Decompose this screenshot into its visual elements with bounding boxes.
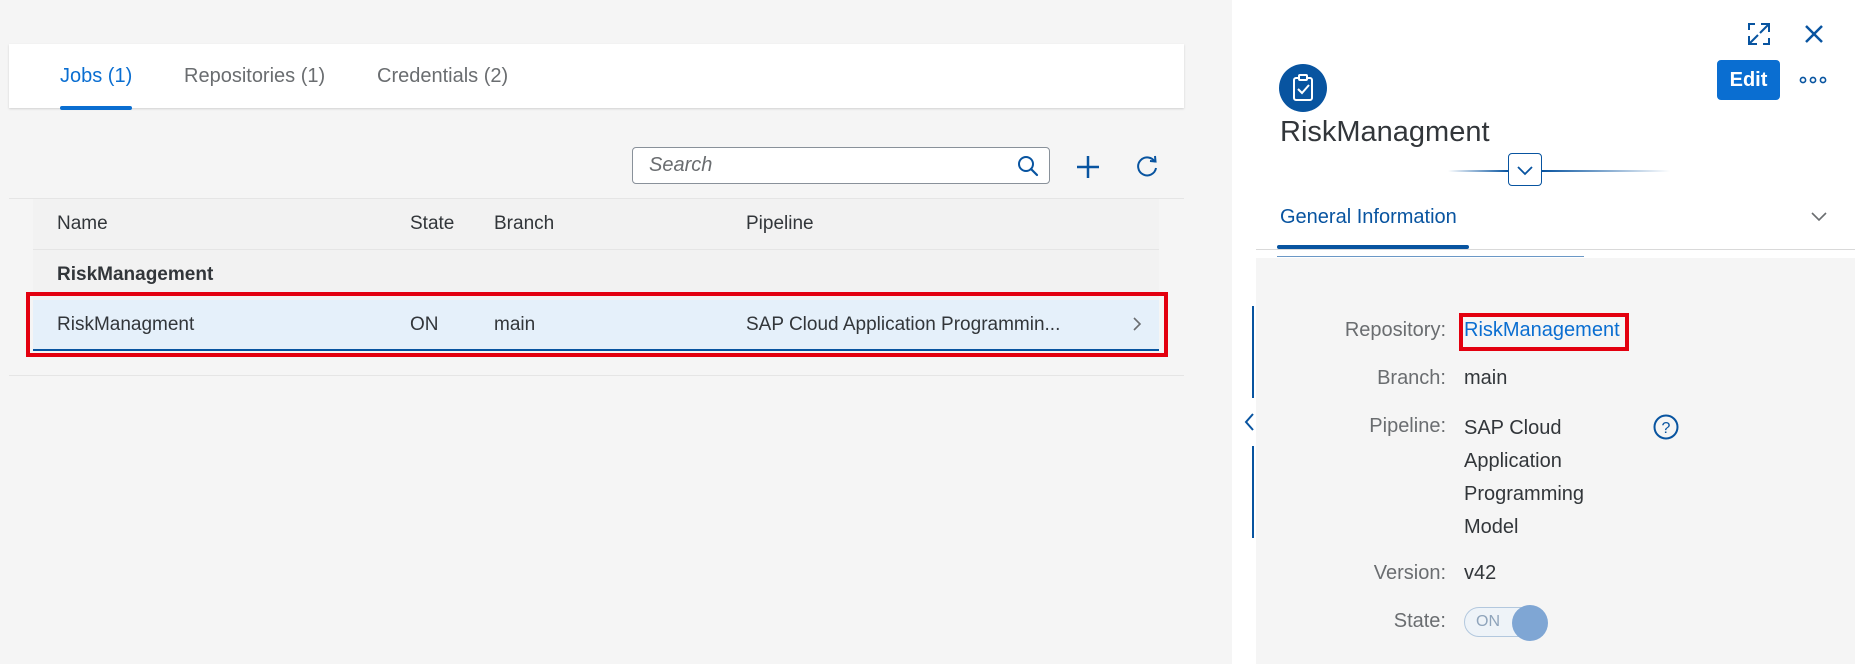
close-icon [1805,25,1823,43]
header-line-right [1542,170,1670,172]
chevron-down-icon[interactable] [1810,210,1828,222]
tab-bar: Jobs (1) Repositories (1) Credentials (2… [9,44,1184,110]
refresh-icon [1137,155,1157,177]
job-detail-pane: Edit RiskManagment General Information R… [1232,0,1855,664]
more-button[interactable] [1791,62,1835,98]
pipeline-value: SAP Cloud Application Programming Model [1464,417,1585,538]
toggle-knob [1512,605,1548,641]
group-header-row: RiskManagement [33,250,1159,300]
column-header-branch[interactable]: Branch [494,199,554,249]
chevron-down-icon [1517,165,1533,175]
header-line-left [1448,170,1508,172]
toggle-text: ON [1476,613,1500,630]
fullscreen-button[interactable] [1739,14,1779,54]
table-row[interactable]: RiskManagment ON main SAP Cloud Applicat… [33,300,1159,351]
table-divider-bottom [9,375,1184,376]
tab-general-information[interactable]: General Information [1280,206,1457,229]
tab-repositories[interactable]: Repositories (1) [184,44,325,108]
plus-icon [1077,156,1099,178]
edit-button[interactable]: Edit [1717,60,1780,100]
cell-name: RiskManagment [57,314,195,335]
column-header-name[interactable]: Name [57,199,108,249]
header-expand-button[interactable] [1508,153,1542,186]
repository-link[interactable]: RiskManagement [1464,319,1620,342]
branch-value: main [1464,367,1508,389]
tab-credentials[interactable]: Credentials (2) [377,44,508,108]
cell-branch: main [494,314,536,335]
clipboard-check-icon [1293,74,1313,101]
cell-state: ON [410,314,439,335]
chevron-left-icon [1244,413,1254,431]
column-header-state[interactable]: State [410,199,454,249]
overflow-icon [1799,76,1827,84]
version-label: Version: [1373,562,1446,584]
group-label: RiskManagement [57,264,214,285]
avatar [1279,64,1327,112]
state-label: State: [1393,610,1446,632]
version-value: v42 [1464,562,1497,584]
column-header-pipeline[interactable]: Pipeline [746,199,814,249]
section-anchor-line [1277,256,1584,257]
help-icon[interactable]: ? [1652,413,1680,441]
section-divider [1256,249,1855,250]
repository-label: Repository: [1344,319,1446,341]
search-icon[interactable] [1017,155,1039,177]
refresh-button[interactable] [1127,147,1167,187]
page-title: RiskManagment [1280,116,1490,148]
tab-jobs[interactable]: Jobs (1) [60,44,133,110]
state-toggle[interactable]: ON [1464,605,1550,641]
search-input[interactable] [633,148,1009,183]
table-header: Name State Branch Pipeline [33,199,1159,250]
close-button[interactable] [1794,14,1834,54]
search-field[interactable] [632,147,1050,184]
jobs-pane: Jobs (1) Repositories (1) Credentials (2… [0,0,1232,664]
chevron-right-icon[interactable] [1127,314,1147,334]
collapse-handle[interactable] [1241,306,1259,538]
cell-pipeline: SAP Cloud Application Programmin... [746,314,1061,335]
expand-icon [1748,23,1770,45]
svg-text:?: ? [1662,420,1671,437]
add-job-button[interactable] [1068,147,1108,187]
pipeline-label: Pipeline: [1369,415,1446,437]
branch-label: Branch: [1377,367,1446,389]
